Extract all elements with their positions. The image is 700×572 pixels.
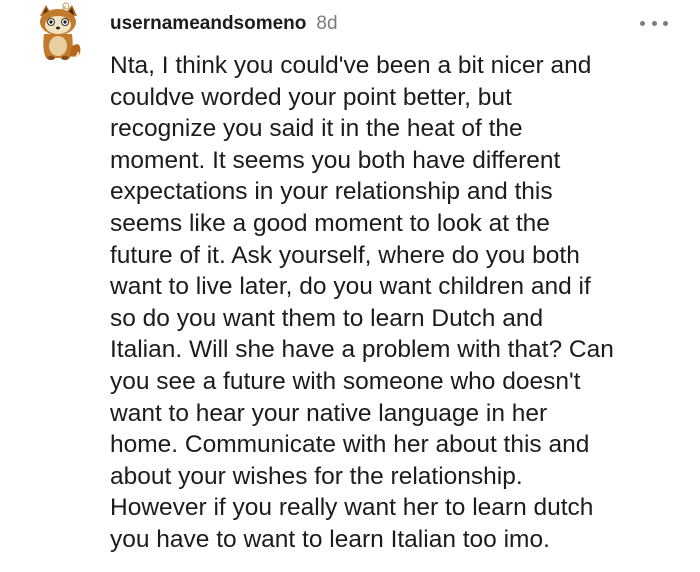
comment-body-line: moment. It seems you both have different (110, 146, 561, 174)
comment-body-line: future of it. Ask yourself, where do you… (110, 241, 580, 269)
fox-avatar-icon (40, 2, 81, 60)
more-options-button[interactable] (640, 12, 668, 34)
comment-body-line: Italian. Will she have a problem with th… (110, 336, 614, 364)
comment-body-line: However if you really want her to learn … (110, 494, 594, 522)
comment-header: usernameandsomeno 8d (110, 9, 338, 39)
more-options-icon (663, 20, 668, 26)
comment-body-line: home. Communicate with her about this an… (110, 431, 590, 459)
comment-body-line: want to live later, do you want children… (110, 273, 591, 301)
comment-body-line: you have to want to learn Italian too im… (110, 525, 550, 553)
more-options-icon (651, 20, 657, 26)
comment-body: Nta, I think you could've been a bit nic… (110, 50, 690, 556)
avatar[interactable] (32, 2, 84, 60)
username-link[interactable]: usernameandsomeno (110, 13, 306, 35)
comment-body-line: you see a future with someone who doesn'… (110, 367, 581, 395)
comment: usernameandsomeno 8d Nta, I think you co… (0, 0, 700, 572)
comment-body-line: recognize you said it in the heat of the (110, 115, 523, 143)
more-options-icon (640, 20, 645, 26)
comment-body-line: seems like a good moment to look at the (110, 209, 550, 237)
comment-body-line: so do you want them to learn Dutch and (110, 304, 544, 332)
comment-age: 8d (316, 13, 338, 34)
comment-body-line: couldve worded your point better, but (110, 83, 512, 111)
comment-body-line: expectations in your relationship and th… (110, 178, 553, 206)
comment-body-line: Nta, I think you could've been a bit nic… (110, 52, 592, 79)
comment-body-line: about your wishes for the relationship. (110, 462, 523, 490)
comment-body-line: want to hear your native language in her (110, 399, 548, 427)
